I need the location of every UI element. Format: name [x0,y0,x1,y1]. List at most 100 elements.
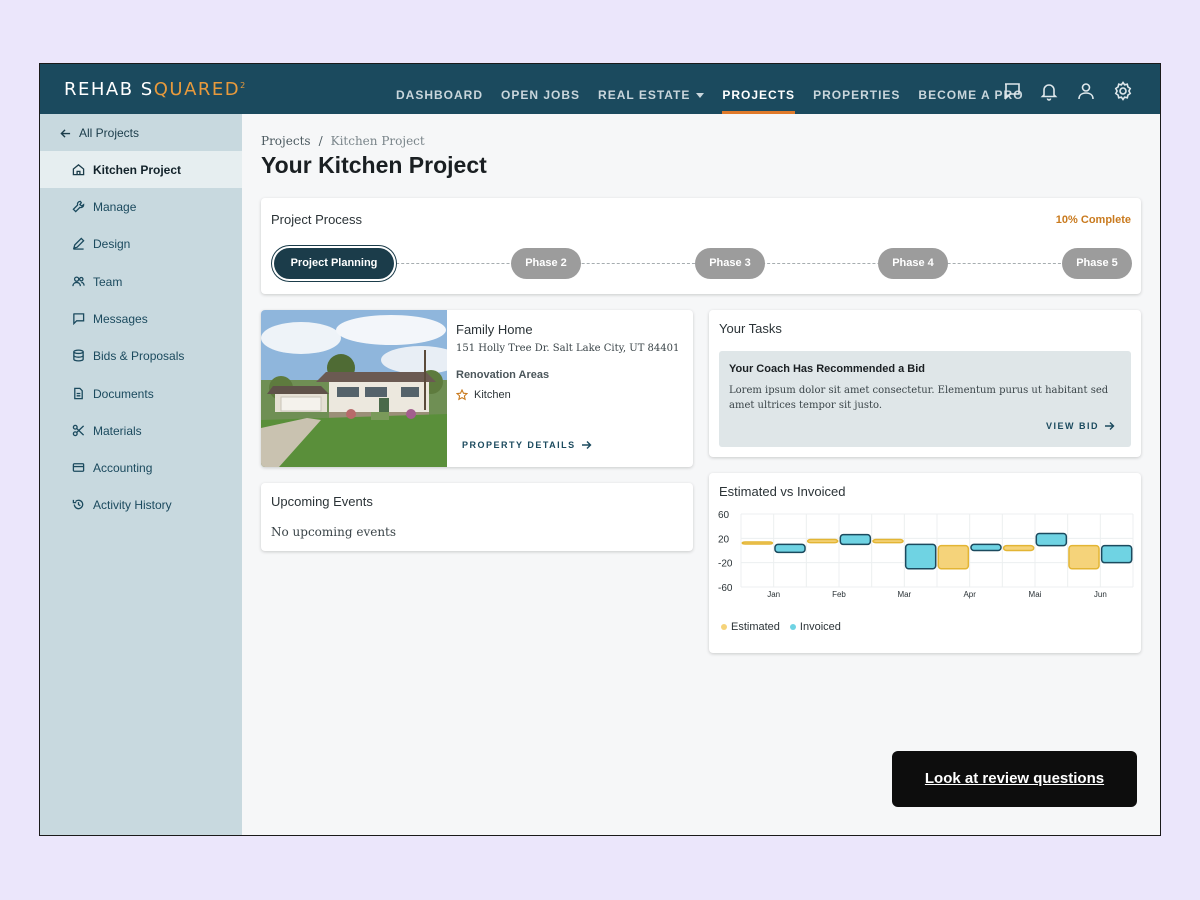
bar-invoiced-mar [904,543,937,570]
legend-invoiced: Invoiced [789,621,841,633]
renovation-area-label: Kitchen [474,389,511,401]
review-questions-button[interactable]: Look at review questions [892,751,1137,807]
chart-legend: Estimated Invoiced [721,621,841,633]
sidebar-item-manage[interactable]: Manage [40,188,242,225]
sidebar-item-label: Messages [93,311,148,326]
sidebar-item-label: Accounting [93,460,153,475]
x-tick-label: Jan [767,590,780,599]
phase-3[interactable]: Phase 3 [695,248,765,279]
nav-open-jobs[interactable]: OPEN JOBS [492,64,589,114]
y-tick-label: -60 [718,583,733,594]
sidebar-item-activity-history[interactable]: Activity History [40,486,242,523]
view-bid-link[interactable]: VIEW BID [1046,421,1115,431]
chat-icon[interactable] [1002,81,1022,101]
nav-dashboard[interactable]: DASHBOARD [387,64,492,114]
database-icon [73,349,84,362]
nav-projects[interactable]: PROJECTS [713,64,804,114]
phase-2[interactable]: Phase 2 [511,248,581,279]
bar-invoiced-jun [1100,544,1133,564]
sidebar-item-label: Manage [93,199,137,214]
bar-invoiced-mai [1035,532,1068,547]
property-name: Family Home [456,322,533,337]
app-window: REHAB SQUARED2 DASHBOARD OPEN JOBS REAL … [39,63,1161,836]
bell-icon[interactable] [1039,81,1059,101]
property-details-label: PROPERTY DETAILS [462,440,576,450]
nav-real-estate-label: REAL ESTATE [598,88,691,102]
bar-estimated-jun [1068,544,1100,570]
bar-invoiced-apr [970,543,1002,552]
sidebar-item-design[interactable]: Design [40,225,242,262]
caret-down-icon [696,93,705,99]
estimated-vs-invoiced-chart: 60 20 -20 -60 Jan Feb Mar Apr Mai Jun [718,510,1134,599]
team-icon [72,276,85,287]
nav-real-estate[interactable]: REAL ESTATE [589,64,713,114]
arrow-right-icon [1105,422,1115,430]
y-tick-label: -20 [718,559,733,570]
legend-invoiced-swatch [789,624,796,630]
sidebar-item-team[interactable]: Team [40,263,242,300]
arrow-right-icon [581,441,592,449]
document-icon [74,387,83,400]
nav-properties[interactable]: PROPERTIES [804,64,909,114]
renovation-areas-label: Renovation Areas [456,369,550,381]
sidebar-item-label: Kitchen Project [93,162,182,177]
all-projects-label: All Projects [79,126,140,140]
message-icon [73,313,85,325]
sidebar-item-label: Team [93,274,123,289]
sidebar-item-label: Materials [93,423,142,438]
project-process-title: Project Process [271,212,363,227]
main-nav: DASHBOARD OPEN JOBS REAL ESTATE PROJECTS… [387,64,1033,114]
property-details-link[interactable]: PROPERTY DETAILS [462,440,592,450]
brand-logo[interactable]: REHAB SQUARED2 [64,79,247,100]
view-bid-label: VIEW BID [1045,421,1099,431]
sidebar-item-label: Design [93,236,131,251]
your-tasks-title: Your Tasks [719,321,782,336]
phase-5[interactable]: Phase 5 [1062,248,1132,279]
user-icon[interactable] [1076,81,1096,101]
project-process-card: Project Process 10% Complete Project Pla… [261,198,1141,294]
breadcrumb-projects-link[interactable]: Projects [261,134,311,148]
x-tick-label: Mar [897,590,911,599]
x-tick-label: Feb [832,590,846,599]
card-icon [72,463,85,472]
logo-accent-text: QUARED [153,79,241,100]
x-tick-label: Apr [963,590,976,599]
star-icon [456,389,468,401]
sidebar-item-messages[interactable]: Messages [40,300,242,337]
all-projects-link[interactable]: All Projects [60,126,139,140]
bar-estimated-mar [872,538,904,544]
scissors-icon [72,424,85,437]
phase-project-planning[interactable]: Project Planning [274,248,394,279]
property-address: 151 Holly Tree Dr. Salt Lake City, UT 84… [456,343,680,354]
gear-icon[interactable] [1113,81,1133,101]
chart-title: Estimated vs Invoiced [719,484,846,499]
renovation-area-item: Kitchen [456,389,511,401]
x-tick-label: Mai [1029,590,1042,599]
logo-text: REHAB S [64,79,154,100]
breadcrumb: Projects / Kitchen Project [261,134,425,148]
sidebar-item-kitchen-project[interactable]: Kitchen Project [40,151,242,188]
arrow-left-icon [60,128,71,138]
legend-estimated: Estimated [721,621,780,633]
bar-estimated-mai [1002,544,1035,552]
bar-invoiced-jan [774,543,806,554]
breadcrumb-current: Kitchen Project [330,134,425,148]
x-tick-label: Jun [1094,590,1107,599]
page-title: Your Kitchen Project [261,152,487,178]
logo-superscript: 2 [240,81,247,90]
sidebar-item-accounting[interactable]: Accounting [40,449,242,486]
bar-estimated-feb [806,538,839,544]
nav-icon-group [1002,81,1133,101]
sidebar-item-bids-proposals[interactable]: Bids & Proposals [40,337,242,374]
upcoming-events-card: Upcoming Events No upcoming events [261,483,693,551]
top-navbar: REHAB SQUARED2 DASHBOARD OPEN JOBS REAL … [40,64,1160,114]
task-item-title: Your Coach Has Recommended a Bid [729,363,926,375]
bar-invoiced-feb [839,533,872,546]
sidebar-item-materials[interactable]: Materials [40,412,242,449]
phase-4[interactable]: Phase 4 [878,248,948,279]
sidebar-item-label: Bids & Proposals [93,348,185,363]
your-tasks-card: Your Tasks Your Coach Has Recommended a … [709,310,1141,457]
sidebar-item-label: Documents [93,386,154,401]
sidebar-item-documents[interactable]: Documents [40,375,242,412]
bar-estimated-apr [937,544,970,570]
